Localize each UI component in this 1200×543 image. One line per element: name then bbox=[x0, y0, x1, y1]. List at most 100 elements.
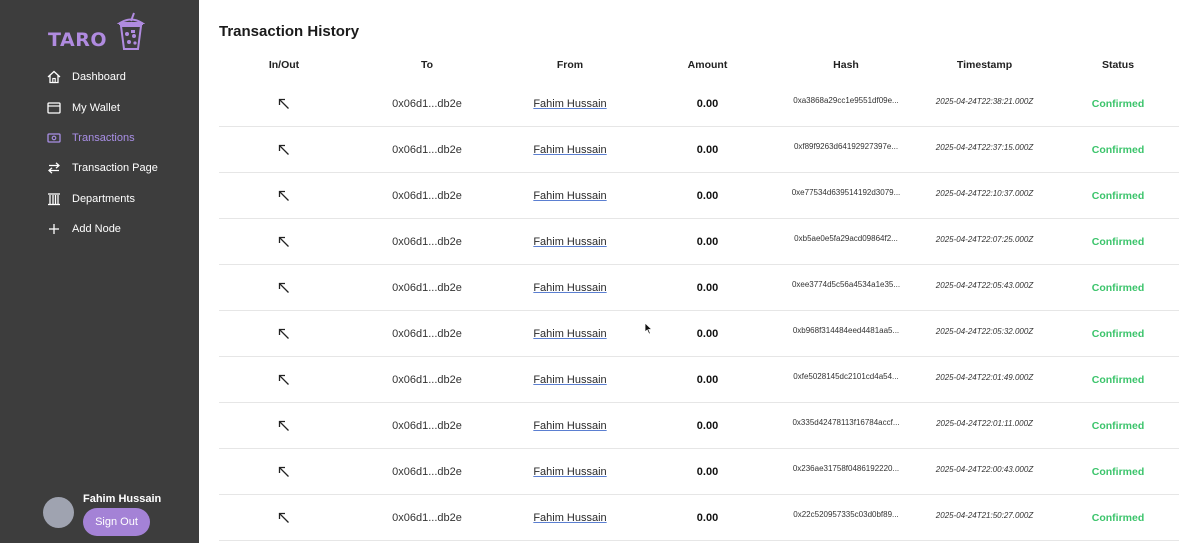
hash-cell: 0xee3774d5c56a4534a1e35... bbox=[780, 280, 912, 289]
column-header-to: To bbox=[420, 59, 434, 71]
table-row[interactable]: 0x06d1...db2e Fahim Hussain 0.00 0xee3774d5… bbox=[219, 265, 1179, 311]
from-link[interactable]: Fahim Hussain bbox=[533, 466, 606, 478]
status-cell: Confirmed bbox=[1057, 282, 1179, 294]
sidebar: TARO Dashboard My Wallet Transactions Tr… bbox=[0, 0, 199, 543]
arrow-up-left-icon bbox=[219, 236, 349, 248]
arrow-up-left-icon bbox=[219, 466, 349, 478]
hash-value: 0x335d42478113f16784accf... bbox=[792, 418, 900, 427]
from-link[interactable]: Fahim Hussain bbox=[533, 420, 606, 432]
arrow-up-left-icon bbox=[219, 328, 349, 340]
from-link[interactable]: Fahim Hussain bbox=[533, 282, 606, 294]
arrow-up-left-icon bbox=[219, 144, 349, 156]
amount-value: 0.00 bbox=[696, 465, 719, 478]
from-link[interactable]: Fahim Hussain bbox=[533, 374, 606, 386]
hash-value: 0xee3774d5c56a4534a1e35... bbox=[791, 280, 901, 289]
timestamp-value: 2025-04-24T21:50:27.000Z bbox=[935, 511, 1034, 520]
swap-arrows-icon bbox=[46, 160, 62, 176]
arrow-up-left-icon bbox=[219, 190, 349, 202]
column-header-amount: Amount bbox=[687, 59, 728, 71]
transactions-table: In/Out To From Amount Hash Timestamp Sta… bbox=[219, 58, 1179, 541]
table-row[interactable]: 0x06d1...db2e Fahim Hussain 0.00 0x335d4247… bbox=[219, 403, 1179, 449]
app-window: TARO Dashboard My Wallet Transactions Tr… bbox=[0, 0, 1200, 543]
from-link[interactable]: Fahim Hussain bbox=[533, 512, 606, 524]
table-row[interactable]: 0x06d1...db2e Fahim Hussain 0.00 0xf89f9263… bbox=[219, 127, 1179, 173]
amount-value: 0.00 bbox=[696, 189, 719, 202]
hash-value: 0xa3868a29cc1e9551df09e... bbox=[793, 96, 899, 105]
sidebar-item-departments[interactable]: Departments bbox=[0, 184, 199, 214]
timestamp-cell: 2025-04-24T22:01:49.000Z bbox=[912, 373, 1057, 382]
timestamp-cell: 2025-04-24T22:07:25.000Z bbox=[912, 235, 1057, 244]
table-row[interactable]: 0x06d1...db2e Fahim Hussain 0.00 0xa3868a29… bbox=[219, 81, 1179, 127]
table-row[interactable]: 0x06d1...db2e Fahim Hussain 0.00 0x22c52095… bbox=[219, 495, 1179, 541]
from-link[interactable]: Fahim Hussain bbox=[533, 236, 606, 248]
amount-value: 0.00 bbox=[696, 97, 719, 110]
table-row[interactable]: 0x06d1...db2e Fahim Hussain 0.00 0xe77534d6… bbox=[219, 173, 1179, 219]
hash-cell: 0x236ae31758f0486192220... bbox=[780, 464, 912, 473]
timestamp-cell: 2025-04-24T22:37:15.000Z bbox=[912, 143, 1057, 152]
table-row[interactable]: 0x06d1...db2e Fahim Hussain 0.00 0xb968f314… bbox=[219, 311, 1179, 357]
to-address: 0x06d1...db2e bbox=[392, 511, 462, 524]
plus-icon bbox=[46, 221, 62, 237]
sign-out-button[interactable]: Sign Out bbox=[83, 508, 150, 536]
user-profile: Fahim Hussain Sign Out bbox=[43, 492, 161, 536]
timestamp-cell: 2025-04-24T22:05:32.000Z bbox=[912, 327, 1057, 336]
status-badge: Confirmed bbox=[1091, 143, 1145, 156]
table-row[interactable]: 0x06d1...db2e Fahim Hussain 0.00 0xfe502814… bbox=[219, 357, 1179, 403]
status-badge: Confirmed bbox=[1091, 189, 1145, 202]
status-cell: Confirmed bbox=[1057, 420, 1179, 432]
sidebar-item-label: Transactions bbox=[72, 131, 135, 144]
sidebar-item-transactions[interactable]: Transactions bbox=[0, 123, 199, 153]
brand[interactable]: TARO bbox=[48, 12, 145, 52]
table-row[interactable]: 0x06d1...db2e Fahim Hussain 0.00 0xb5ae0e5f… bbox=[219, 219, 1179, 265]
from-link[interactable]: Fahim Hussain bbox=[533, 98, 606, 110]
status-badge: Confirmed bbox=[1091, 511, 1145, 524]
sidebar-item-transaction-page[interactable]: Transaction Page bbox=[0, 153, 199, 183]
table-row[interactable]: 0x06d1...db2e Fahim Hussain 0.00 0x236ae317… bbox=[219, 449, 1179, 495]
status-badge: Confirmed bbox=[1091, 419, 1145, 432]
timestamp-value: 2025-04-24T22:37:15.000Z bbox=[935, 143, 1034, 152]
main-content: Transaction History In/Out To From Amoun… bbox=[199, 0, 1200, 543]
arrow-up-left-icon bbox=[219, 420, 349, 432]
amount-value: 0.00 bbox=[696, 327, 719, 340]
timestamp-cell: 2025-04-24T22:38:21.000Z bbox=[912, 97, 1057, 106]
status-cell: Confirmed bbox=[1057, 144, 1179, 156]
timestamp-value: 2025-04-24T22:05:32.000Z bbox=[935, 327, 1034, 336]
sidebar-item-label: Add Node bbox=[72, 223, 121, 236]
sidebar-item-label: Transaction Page bbox=[72, 162, 158, 175]
timestamp-value: 2025-04-24T22:05:43.000Z bbox=[935, 281, 1034, 290]
sidebar-item-add-node[interactable]: Add Node bbox=[0, 214, 199, 244]
hash-cell: 0xa3868a29cc1e9551df09e... bbox=[780, 96, 912, 105]
sidebar-item-label: Dashboard bbox=[72, 71, 126, 84]
status-badge: Confirmed bbox=[1091, 327, 1145, 340]
from-cell: Fahim Hussain bbox=[505, 144, 635, 156]
sidebar-item-dashboard[interactable]: Dashboard bbox=[0, 62, 199, 92]
from-link[interactable]: Fahim Hussain bbox=[533, 190, 606, 202]
hash-value: 0xfe5028145dc2101cd4a54... bbox=[793, 372, 899, 381]
hash-cell: 0xe77534d639514192d3079... bbox=[780, 188, 912, 197]
page-title: Transaction History bbox=[219, 23, 360, 40]
from-cell: Fahim Hussain bbox=[505, 374, 635, 386]
hash-cell: 0xb5ae0e5fa29acd09864f2... bbox=[780, 234, 912, 243]
avatar[interactable] bbox=[43, 497, 74, 528]
timestamp-value: 2025-04-24T22:01:11.000Z bbox=[936, 419, 1033, 428]
timestamp-value: 2025-04-24T22:07:25.000Z bbox=[935, 235, 1034, 244]
timestamp-value: 2025-04-24T22:38:21.000Z bbox=[935, 97, 1034, 106]
amount-value: 0.00 bbox=[696, 373, 719, 386]
timestamp-cell: 2025-04-24T22:00:43.000Z bbox=[912, 465, 1057, 474]
sidebar-item-my-wallet[interactable]: My Wallet bbox=[0, 92, 199, 122]
from-link[interactable]: Fahim Hussain bbox=[533, 328, 606, 340]
status-cell: Confirmed bbox=[1057, 374, 1179, 386]
amount-value: 0.00 bbox=[696, 419, 719, 432]
from-link[interactable]: Fahim Hussain bbox=[533, 144, 606, 156]
timestamp-value: 2025-04-24T22:00:43.000Z bbox=[935, 465, 1034, 474]
status-badge: Confirmed bbox=[1091, 281, 1145, 294]
arrow-up-left-icon bbox=[219, 512, 349, 524]
to-address: 0x06d1...db2e bbox=[392, 189, 462, 202]
from-cell: Fahim Hussain bbox=[505, 466, 635, 478]
hash-value: 0xb968f314484eed4481aa5... bbox=[792, 326, 900, 335]
to-address: 0x06d1...db2e bbox=[392, 465, 462, 478]
building-columns-icon bbox=[46, 191, 62, 207]
timestamp-value: 2025-04-24T22:10:37.000Z bbox=[935, 189, 1034, 198]
timestamp-value: 2025-04-24T22:01:49.000Z bbox=[935, 373, 1034, 382]
hash-cell: 0x22c520957335c03d0bf89... bbox=[780, 510, 912, 519]
